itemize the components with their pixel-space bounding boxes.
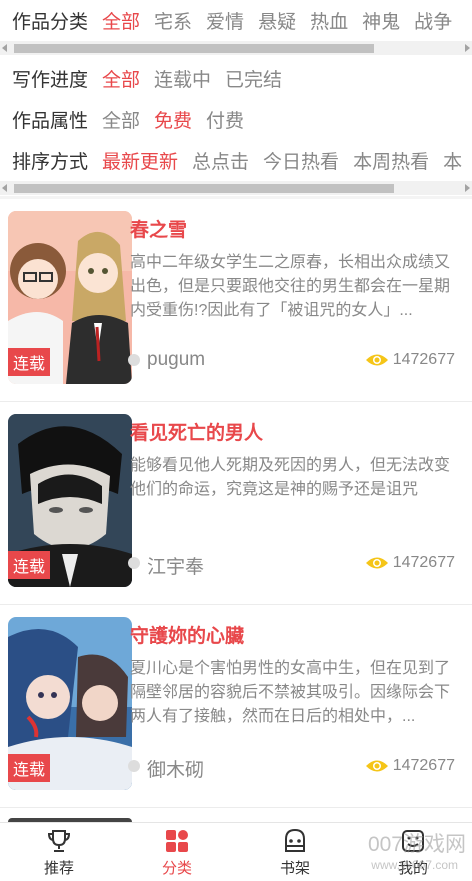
status-badge: 连载	[8, 551, 51, 579]
view-count-value: 1472677	[392, 757, 455, 774]
scroll-right-icon[interactable]	[465, 44, 470, 52]
filter-row-category: 作品分类 全部 宅系 爱情 悬疑 热血 神鬼 战争	[0, 0, 472, 40]
tab-label: 推荐	[43, 859, 74, 877]
filter-label: 作品分类	[12, 11, 89, 33]
comic-description: 高中二年级女学生二之原春，长相出众成绩又出色，但是只要跟他交往的男生都会在一星期…	[130, 254, 451, 319]
view-count-value: 1472677	[392, 554, 455, 571]
tab-label: 分类	[161, 859, 192, 877]
status-badge: 连载	[8, 754, 51, 782]
scrollbar-thumb[interactable]	[14, 184, 394, 193]
comic-title[interactable]: 春之雪	[130, 215, 187, 242]
filter-option-ongoing[interactable]: 连载中	[154, 65, 211, 92]
filter-option-paid[interactable]: 付费	[206, 106, 244, 133]
category-icon	[166, 829, 188, 852]
comic-title[interactable]: 守護妳的心臟	[130, 621, 244, 648]
filter-option-romance[interactable]: 爱情	[206, 7, 244, 34]
sort-option-latest[interactable]: 最新更新	[102, 147, 178, 174]
tab-bookshelf[interactable]: 书架	[236, 823, 354, 881]
filter-option-completed[interactable]: 已完结	[225, 65, 282, 92]
status-badge: 连载	[8, 348, 51, 376]
comic-card[interactable]: 连载 看见死亡的男人 能够看见他人死期及死因的男人，但无法改变他们的命运，究竟这…	[0, 402, 472, 605]
tab-category[interactable]: 分类	[118, 823, 236, 881]
comic-card[interactable]: 连载 春之雪 高中二年级女学生二之原春，长相出众成绩又出色，但是只要跟他交往的男…	[0, 199, 472, 402]
bookshelf-icon	[285, 828, 305, 852]
comic-card-partial[interactable]	[0, 808, 472, 822]
comic-card[interactable]: 连载 守護妳的心臟 夏川心是个害怕男性的女高中生，但在见到了隔壁邻居的容貌后不禁…	[0, 605, 472, 808]
filter-option-all[interactable]: 全部	[102, 65, 140, 92]
author-icon	[128, 760, 140, 772]
sort-option-more[interactable]: 本	[443, 147, 462, 174]
filter-option-all[interactable]: 全部	[102, 7, 140, 34]
trophy-icon	[47, 829, 71, 852]
sort-option-week[interactable]: 本周热看	[353, 147, 429, 174]
horizontal-scrollbar[interactable]	[0, 181, 472, 195]
filter-option-otaku[interactable]: 宅系	[154, 7, 192, 34]
scrollbar-thumb[interactable]	[14, 44, 374, 53]
sort-option-total-clicks[interactable]: 总点击	[192, 147, 249, 174]
filter-option-supernatural[interactable]: 神鬼	[362, 7, 400, 34]
comic-author: 御木砌	[147, 760, 205, 781]
horizontal-scrollbar[interactable]	[0, 41, 472, 55]
filter-row-attribute: 作品属性 全部 免费 付费	[0, 99, 472, 139]
filter-option-all[interactable]: 全部	[102, 106, 140, 133]
view-count: 1472677	[365, 757, 455, 775]
tab-label: 书架	[279, 859, 310, 877]
eye-icon	[365, 760, 388, 772]
author-icon	[128, 354, 140, 366]
scroll-left-icon[interactable]	[2, 184, 7, 192]
scroll-left-icon[interactable]	[2, 44, 7, 52]
comic-author: 江宇奉	[147, 557, 205, 578]
filter-option-action[interactable]: 热血	[310, 7, 348, 34]
filter-option-mystery[interactable]: 悬疑	[258, 7, 296, 34]
watermark: 007游戏网	[367, 833, 466, 856]
view-count-value: 1472677	[392, 351, 455, 368]
filter-label: 写作进度	[12, 69, 89, 91]
scroll-right-icon[interactable]	[465, 184, 470, 192]
view-count: 1472677	[365, 351, 455, 369]
comic-cover[interactable]: 连载	[8, 617, 132, 790]
filter-row-sort: 排序方式 最新更新 总点击 今日热看 本周热看 本	[0, 140, 472, 180]
comic-author: pugum	[147, 349, 206, 370]
filter-option-war[interactable]: 战争	[414, 7, 452, 34]
filter-label: 排序方式	[12, 151, 89, 173]
filter-row-progress: 写作进度 全部 连载中 已完结	[0, 58, 472, 98]
comic-title[interactable]: 看见死亡的男人	[130, 418, 263, 445]
watermark-url: www.yx007.com	[371, 858, 458, 872]
sort-option-today[interactable]: 今日热看	[263, 147, 339, 174]
comic-description: 夏川心是个害怕男性的女高中生，但在见到了隔壁邻居的容貌后不禁被其吸引。因缘际会下…	[130, 660, 451, 725]
filter-label: 作品属性	[12, 110, 89, 132]
comic-description: 能够看见他人死期及死因的男人，但无法改变他们的命运，究竟这是神的赐予还是诅咒	[130, 457, 451, 498]
comic-cover[interactable]: 连载	[8, 211, 132, 384]
comic-cover[interactable]: 连载	[8, 414, 132, 587]
eye-icon	[365, 354, 388, 366]
author-icon	[128, 557, 140, 569]
eye-icon	[365, 557, 388, 569]
filter-option-free[interactable]: 免费	[154, 106, 192, 133]
tab-recommend[interactable]: 推荐	[0, 823, 118, 881]
view-count: 1472677	[365, 554, 455, 572]
